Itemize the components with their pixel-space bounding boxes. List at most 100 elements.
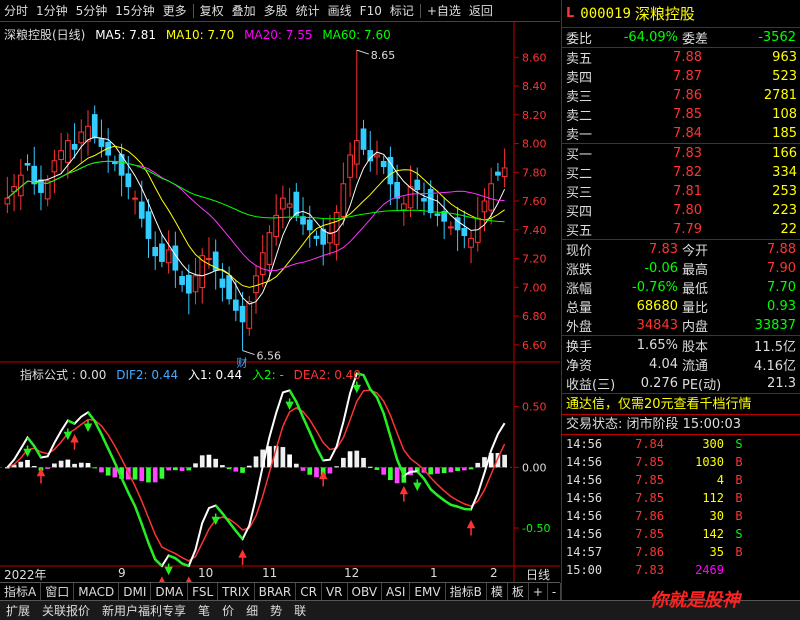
tick-time: 14:56 — [566, 437, 603, 451]
candle-body — [152, 246, 159, 257]
bottom-tab-2[interactable]: 新用户福利专享 — [96, 601, 192, 620]
buy-row[interactable]: 买三 7.81 253 — [562, 182, 800, 201]
toolbar-item-3[interactable]: 15分钟 — [111, 0, 158, 22]
toolbar-item-4[interactable]: 更多 — [159, 0, 191, 22]
sell-row[interactable]: 卖二 7.85 108 — [562, 105, 800, 124]
indicator-tabs: 指标A 窗口 MACD DMI DMA FSL TRIX BRAR CR VR OBV ASI EMV 指… — [0, 582, 562, 601]
bottom-tab-7[interactable]: 联 — [288, 601, 312, 620]
indicator-tab-4[interactable]: DMA — [151, 582, 189, 601]
candle-body — [219, 278, 226, 288]
indicator-tab-2[interactable]: MACD — [74, 582, 120, 601]
toolbar-item-9[interactable]: 画线 — [324, 0, 356, 22]
tick-volume: 300 — [702, 437, 724, 451]
toolbar-item-12[interactable]: +自选 — [423, 0, 465, 22]
stat-value: 0.276 — [640, 376, 678, 391]
indicator-tab-11[interactable]: ASI — [382, 582, 411, 601]
indicator-tab-17[interactable]: - — [548, 582, 562, 601]
stat-value: 7.83 — [649, 242, 678, 257]
buy-row[interactable]: 买五 7.79 22 — [562, 220, 800, 239]
toolbar-item-1[interactable]: 1分钟 — [32, 0, 72, 22]
bottom-tab-1[interactable]: 关联报价 — [36, 601, 96, 620]
market-prefix: L — [566, 6, 575, 21]
indicator-tab-5[interactable]: FSL — [188, 582, 219, 601]
stat-label: 涨幅 — [566, 282, 593, 297]
indicator-tab-9[interactable]: VR — [322, 582, 348, 601]
tick-price: 7.86 — [635, 509, 664, 523]
indicator-tab-12[interactable]: EMV — [410, 582, 446, 601]
indicator-tab-0[interactable]: 指标A — [0, 582, 42, 601]
indicator-tab-3[interactable]: DMI — [119, 582, 152, 601]
sell-row[interactable]: 卖一 7.84 185 — [562, 124, 800, 143]
candle-body — [394, 181, 400, 199]
toolbar-item-8[interactable]: 统计 — [292, 0, 324, 22]
toolbar-item-2[interactable]: 5分钟 — [72, 0, 112, 22]
indicator-tab-16[interactable]: + — [529, 582, 548, 601]
down-segment — [168, 554, 176, 560]
stat-label: 总量 — [566, 301, 593, 316]
bottom-tab-4[interactable]: 价 — [216, 601, 240, 620]
histogram-bar — [394, 467, 400, 484]
bottom-tab-3[interactable]: 笔 — [192, 601, 216, 620]
histogram-bar — [367, 466, 373, 468]
buy-row[interactable]: 买一 7.83 166 — [562, 144, 800, 163]
sell-book: 卖五 7.88 963 卖四 7.87 523 卖三 7.86 2781 卖二 7.85 108 卖一 7… — [562, 48, 800, 143]
bottom-tab-6[interactable]: 势 — [264, 601, 288, 620]
indicator-tab-14[interactable]: 模 — [487, 582, 508, 601]
stat-value: 1.65% — [636, 338, 678, 353]
stat-value: 7.90 — [767, 261, 796, 276]
stat-label: 外盘 — [566, 320, 593, 335]
bottom-tab-5[interactable]: 细 — [240, 601, 264, 620]
tick-row: 14:56 7.85 142 S — [562, 525, 800, 543]
candle-body — [407, 186, 414, 209]
stat-label: 最高 — [682, 263, 709, 278]
down-segment — [107, 448, 117, 464]
histogram-bar — [334, 466, 339, 468]
kline-chart[interactable]: 8.60 8.40 8.20 8.00 7.80 7.60 7.40 7.20 7.00 6.80… — [0, 22, 560, 582]
toolbar-item-10[interactable]: F10 — [356, 0, 386, 22]
xdate-1: 9 — [118, 566, 126, 580]
histogram-bar — [85, 463, 91, 468]
buy-label: 买一 — [566, 148, 593, 163]
indicator-tab-8[interactable]: CR — [296, 582, 322, 601]
tick-volume: 2469 — [695, 563, 724, 577]
candle-body — [185, 274, 192, 294]
down-segment — [120, 477, 130, 494]
buy-row[interactable]: 买二 7.82 334 — [562, 163, 800, 182]
indicator-tab-1[interactable]: 窗口 — [41, 582, 75, 601]
toolbar-item-7[interactable]: 多股 — [260, 0, 292, 22]
stat-value: 21.3 — [767, 376, 796, 391]
sell-row[interactable]: 卖五 7.88 963 — [562, 48, 800, 67]
toolbar-item-11[interactable]: 标记 — [386, 0, 418, 22]
sell-row[interactable]: 卖四 7.87 523 — [562, 67, 800, 86]
xdate-period[interactable]: 日线 — [526, 566, 550, 583]
histogram-bar — [173, 467, 178, 471]
indicator-tab-13[interactable]: 指标B — [446, 582, 487, 601]
stat-label: 股本 — [682, 340, 709, 355]
histogram-bar — [31, 466, 37, 468]
toolbar-item-6[interactable]: 叠加 — [228, 0, 260, 22]
tick-volume: 112 — [702, 491, 724, 505]
buy-volume: 253 — [772, 184, 797, 199]
ad-banner[interactable]: 通达信，仅需20元查看千档行情 — [562, 394, 800, 415]
indicator-tab-6[interactable]: TRIX — [218, 582, 255, 601]
ytick-label: 7.60 — [522, 195, 547, 208]
indicator-tab-7[interactable]: BRAR — [255, 582, 297, 601]
indicator-tab-10[interactable]: OBV — [348, 582, 383, 601]
tick-list[interactable]: 14:56 7.84 300 S 14:56 7.85 1030 B 14:56 7.85 4 B 14… — [562, 435, 800, 579]
down-segment — [362, 374, 372, 390]
indicator-tab-15[interactable]: 板 — [508, 582, 529, 601]
buy-price: 7.79 — [673, 222, 702, 237]
toolbar-item-0[interactable]: 分时 — [0, 0, 32, 22]
sell-row[interactable]: 卖三 7.86 2781 — [562, 86, 800, 105]
histogram-bar — [226, 467, 232, 470]
candle-body — [91, 114, 98, 139]
down-segment — [174, 557, 183, 565]
stat-label: 今开 — [682, 244, 709, 259]
buy-row[interactable]: 买四 7.80 223 — [562, 201, 800, 220]
bottom-tab-0[interactable]: 扩展 — [0, 601, 36, 620]
histogram-bar — [52, 463, 57, 468]
toolbar-item-13[interactable]: 返回 — [465, 0, 497, 22]
candle-body — [226, 275, 232, 300]
stat-value: 4.04 — [649, 357, 678, 372]
toolbar-item-5[interactable]: 复权 — [196, 0, 228, 22]
